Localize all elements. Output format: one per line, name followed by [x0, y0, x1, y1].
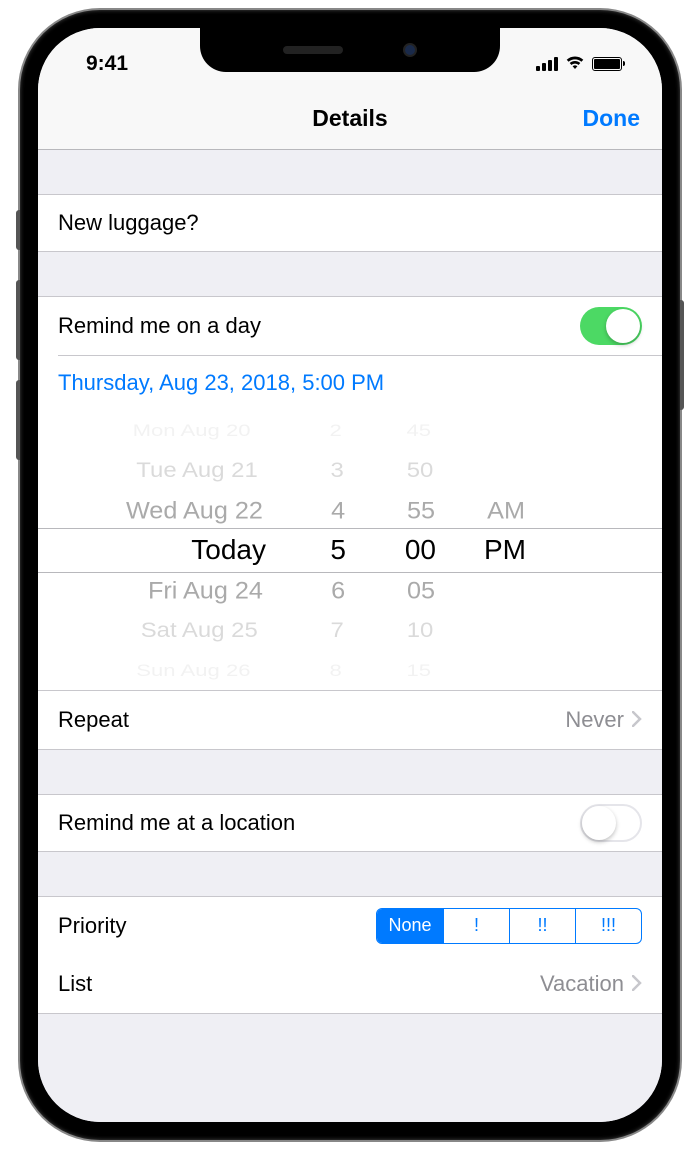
priority-label: Priority — [58, 913, 126, 939]
repeat-row[interactable]: Repeat Never — [38, 691, 662, 749]
nav-bar: Details Done — [38, 88, 662, 150]
picker-option[interactable] — [449, 572, 536, 609]
picker-option[interactable]: Tue Aug 21 — [57, 454, 269, 486]
picker-option[interactable]: 7 — [281, 614, 355, 646]
picker-option[interactable]: 10 — [362, 614, 445, 646]
picker-option[interactable]: 55 — [359, 492, 446, 529]
picker-option[interactable]: 6 — [279, 572, 357, 609]
section-spacer — [38, 750, 662, 794]
toggle-knob — [582, 806, 616, 840]
alarm-date-text: Thursday, Aug 23, 2018, 5:00 PM — [58, 370, 384, 395]
list-row[interactable]: List Vacation — [38, 955, 662, 1013]
section-spacer — [38, 252, 662, 296]
picker-option[interactable]: AM — [449, 492, 536, 529]
picker-option[interactable] — [455, 657, 532, 683]
list-value: Vacation — [540, 971, 624, 997]
remind-on-day-toggle[interactable] — [580, 307, 642, 345]
datetime-picker[interactable]: Sun Aug 19 Mon Aug 20 Tue Aug 21 Wed Aug… — [38, 410, 662, 690]
picker-date-wheel[interactable]: Sun Aug 19 Mon Aug 20 Tue Aug 21 Wed Aug… — [48, 410, 278, 690]
picker-option[interactable] — [452, 614, 535, 646]
remind-location-row: Remind me at a location — [38, 794, 662, 852]
repeat-value: Never — [565, 707, 624, 733]
priority-seg-high[interactable]: !!! — [575, 909, 641, 943]
picker-option[interactable]: Fri Aug 24 — [51, 572, 274, 609]
picker-option[interactable]: 45 — [365, 417, 442, 443]
battery-icon — [592, 57, 622, 71]
side-button — [680, 300, 684, 410]
picker-option[interactable]: 15 — [365, 657, 442, 683]
notch — [200, 28, 500, 72]
list-label: List — [58, 971, 92, 997]
alarm-date-row[interactable]: Thursday, Aug 23, 2018, 5:00 PM — [38, 356, 662, 410]
picker-option[interactable] — [455, 417, 532, 443]
priority-row: Priority None ! !! !!! — [38, 897, 662, 955]
remind-location-toggle[interactable] — [580, 804, 642, 842]
picker-minute-wheel[interactable]: 40 45 50 55 00 05 10 15 20 — [358, 410, 448, 690]
volume-down-button — [16, 380, 20, 460]
front-camera — [403, 43, 417, 57]
remind-on-day-row: Remind me on a day — [38, 297, 662, 355]
picker-option[interactable]: 3 — [281, 454, 355, 486]
picker-option-selected[interactable]: 5 — [278, 530, 358, 570]
picker-option[interactable]: 2 — [284, 417, 352, 443]
remind-on-day-label: Remind me on a day — [58, 313, 261, 339]
status-right — [536, 52, 622, 76]
screen: 9:41 Details Done New luggage? — [38, 28, 662, 1122]
volume-up-button — [16, 280, 20, 360]
picker-option[interactable]: 05 — [359, 572, 446, 609]
remind-location-label: Remind me at a location — [58, 810, 295, 836]
repeat-label: Repeat — [58, 707, 129, 733]
priority-seg-low[interactable]: ! — [443, 909, 509, 943]
remind-day-group: Remind me on a day Thursday, Aug 23, 201… — [38, 296, 662, 750]
picker-option[interactable]: Mon Aug 20 — [65, 417, 261, 443]
picker-hour-wheel[interactable]: 1 2 3 4 5 6 7 8 9 — [278, 410, 358, 690]
priority-seg-med[interactable]: !! — [509, 909, 575, 943]
priority-segmented-control[interactable]: None ! !! !!! — [376, 908, 642, 944]
picker-option-selected[interactable]: Today — [48, 530, 278, 570]
picker-option[interactable]: Sun Aug 26 — [65, 657, 261, 683]
cellular-signal-icon — [536, 57, 558, 71]
section-spacer — [38, 852, 662, 896]
picker-option-selected[interactable]: PM — [448, 530, 538, 570]
status-time: 9:41 — [86, 52, 128, 76]
picker-option[interactable] — [452, 454, 535, 486]
chevron-right-icon — [632, 971, 642, 997]
priority-seg-none[interactable]: None — [377, 909, 443, 943]
device-frame: 9:41 Details Done New luggage? — [20, 10, 680, 1140]
picker-option[interactable]: 50 — [362, 454, 445, 486]
picker-option[interactable]: 8 — [284, 657, 352, 683]
section-spacer — [38, 150, 662, 194]
picker-option[interactable]: 4 — [279, 492, 357, 529]
chevron-right-icon — [632, 707, 642, 733]
speaker-grille — [283, 46, 343, 54]
picker-ampm-wheel[interactable]: AM PM — [448, 410, 538, 690]
wifi-icon — [565, 52, 585, 76]
content-scroll[interactable]: New luggage? Remind me on a day Thursday… — [38, 150, 662, 1122]
page-title: Details — [312, 105, 387, 132]
reminder-title-text: New luggage? — [58, 210, 199, 236]
reminder-title-field[interactable]: New luggage? — [38, 194, 662, 252]
mute-switch — [16, 210, 20, 250]
picker-option[interactable]: Sat Aug 25 — [57, 614, 269, 646]
priority-list-group: Priority None ! !! !!! List Vacation — [38, 896, 662, 1015]
picker-option-selected[interactable]: 00 — [358, 530, 448, 570]
toggle-knob — [606, 309, 640, 343]
done-button[interactable]: Done — [583, 105, 641, 132]
picker-option[interactable]: Wed Aug 22 — [51, 492, 274, 529]
